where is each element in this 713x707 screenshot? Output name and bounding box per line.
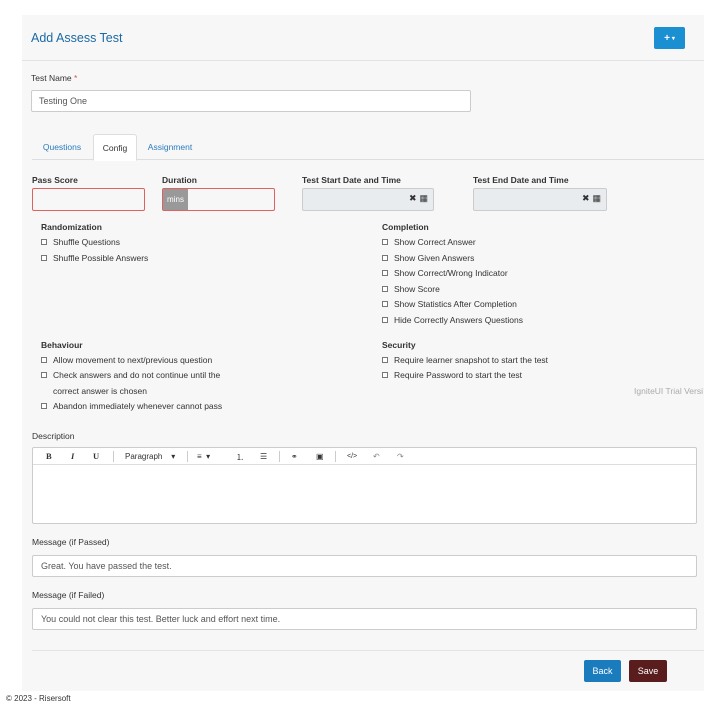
required-mark: *: [74, 73, 78, 83]
caret-down-icon: ▾: [671, 35, 675, 42]
toolbar-divider: [187, 451, 188, 462]
checkbox-icon[interactable]: [41, 255, 47, 261]
show-indicator-checkbox[interactable]: Show Correct/Wrong Indicator: [382, 268, 508, 278]
show-correct-answer-checkbox[interactable]: Show Correct Answer: [382, 237, 476, 247]
pass-score-label: Pass Score: [32, 175, 78, 185]
duration-unit: mins: [163, 189, 188, 210]
checkbox-icon[interactable]: [41, 357, 47, 363]
align-button[interactable]: ≡ ▾: [197, 452, 210, 461]
footer-copyright: © 2023 - Risersoft: [6, 694, 71, 703]
redo-icon[interactable]: ↷: [397, 452, 404, 461]
duration-label: Duration: [162, 175, 197, 185]
toolbar-divider: [279, 451, 280, 462]
add-button[interactable]: + ▾: [654, 27, 685, 49]
description-editor[interactable]: B I U Paragraph ▾ ≡ ▾ ⒈ ☰ ⚭ ▣ </> ↶ ↷: [32, 447, 697, 524]
italic-button[interactable]: I: [71, 451, 74, 461]
allow-movement-checkbox[interactable]: Allow movement to next/previous question: [41, 355, 212, 365]
tab-assignment[interactable]: Assignment: [138, 134, 202, 160]
checkbox-icon[interactable]: [382, 286, 388, 292]
tab-config[interactable]: Config: [93, 134, 137, 161]
checkbox-icon[interactable]: [41, 239, 47, 245]
duration-input[interactable]: mins: [162, 188, 275, 211]
message-failed-value: You could not clear this test. Better lu…: [41, 614, 281, 624]
message-passed-value: Great. You have passed the test.: [41, 561, 172, 571]
completion-heading: Completion: [382, 222, 429, 232]
checkbox-icon[interactable]: [382, 357, 388, 363]
clear-icon[interactable]: ✖: [582, 193, 590, 204]
checkbox-icon[interactable]: [382, 239, 388, 245]
header-bar: Add Assess Test + ▾: [22, 15, 704, 61]
ordered-list-icon[interactable]: ⒈: [236, 452, 244, 463]
check-answers-continuation: correct answer is chosen: [53, 386, 148, 396]
end-date-input[interactable]: ✖ ▦: [473, 188, 607, 211]
checkbox-icon[interactable]: [41, 403, 47, 409]
require-password-checkbox[interactable]: Require Password to start the test: [382, 370, 522, 380]
message-failed-input[interactable]: You could not clear this test. Better lu…: [32, 608, 697, 630]
image-icon[interactable]: ▣: [316, 452, 324, 461]
bullet-list-icon[interactable]: ☰: [260, 452, 267, 461]
hide-correct-answers-checkbox[interactable]: Hide Correctly Answers Questions: [382, 315, 523, 325]
test-name-input[interactable]: Testing One: [31, 90, 471, 112]
caret-down-icon: ▾: [206, 452, 211, 461]
main-panel: Add Assess Test + ▾ Test Name * Testing …: [22, 15, 704, 691]
message-passed-input[interactable]: Great. You have passed the test.: [32, 555, 697, 577]
bold-button[interactable]: B: [46, 451, 52, 461]
show-statistics-checkbox[interactable]: Show Statistics After Completion: [382, 299, 517, 309]
tab-questions[interactable]: Questions: [32, 134, 92, 160]
tab-bar: Questions Config Assignment: [32, 134, 704, 161]
divider: [32, 650, 704, 651]
security-heading: Security: [382, 340, 416, 350]
abandon-checkbox[interactable]: Abandon immediately whenever cannot pass: [41, 401, 222, 411]
behaviour-heading: Behaviour: [41, 340, 83, 350]
toolbar-divider: [113, 451, 114, 462]
test-name-label: Test Name *: [31, 73, 78, 83]
end-date-label: Test End Date and Time: [473, 175, 569, 185]
shuffle-questions-checkbox[interactable]: Shuffle Questions: [41, 237, 120, 247]
shuffle-answers-checkbox[interactable]: Shuffle Possible Answers: [41, 253, 148, 263]
pass-score-input[interactable]: [32, 188, 145, 211]
randomization-heading: Randomization: [41, 222, 102, 232]
checkbox-icon[interactable]: [382, 372, 388, 378]
message-failed-label: Message (if Failed): [32, 590, 105, 600]
checkbox-icon[interactable]: [382, 317, 388, 323]
link-icon[interactable]: ⚭: [291, 452, 298, 461]
message-passed-label: Message (if Passed): [32, 537, 110, 547]
start-date-input[interactable]: ✖ ▦: [302, 188, 434, 211]
require-snapshot-checkbox[interactable]: Require learner snapshot to start the te…: [382, 355, 548, 365]
code-icon[interactable]: </>: [347, 453, 357, 460]
calendar-icon[interactable]: ▦: [419, 193, 428, 204]
clear-icon[interactable]: ✖: [409, 193, 417, 204]
page-title: Add Assess Test: [31, 31, 123, 45]
checkbox-icon[interactable]: [382, 255, 388, 261]
save-button[interactable]: Save: [629, 660, 667, 682]
show-score-checkbox[interactable]: Show Score: [382, 284, 440, 294]
paragraph-select[interactable]: Paragraph ▾: [125, 452, 175, 461]
test-name-value: Testing One: [39, 96, 88, 106]
checkbox-icon[interactable]: [382, 301, 388, 307]
editor-toolbar: B I U Paragraph ▾ ≡ ▾ ⒈ ☰ ⚭ ▣ </> ↶ ↷: [33, 448, 696, 465]
trial-watermark: IgniteUI Trial Versi: [634, 386, 703, 396]
align-icon: ≡: [197, 452, 202, 461]
check-answers-checkbox[interactable]: Check answers and do not continue until …: [41, 370, 220, 380]
underline-button[interactable]: U: [93, 451, 99, 461]
start-date-label: Test Start Date and Time: [302, 175, 401, 185]
calendar-icon[interactable]: ▦: [592, 193, 601, 204]
checkbox-icon[interactable]: [41, 372, 47, 378]
undo-icon[interactable]: ↶: [373, 452, 380, 461]
description-label: Description: [32, 431, 75, 441]
plus-icon: +: [664, 32, 670, 44]
caret-down-icon: ▾: [171, 452, 176, 461]
back-button[interactable]: Back: [584, 660, 621, 682]
checkbox-icon[interactable]: [382, 270, 388, 276]
toolbar-divider: [335, 451, 336, 462]
show-given-answers-checkbox[interactable]: Show Given Answers: [382, 253, 474, 263]
